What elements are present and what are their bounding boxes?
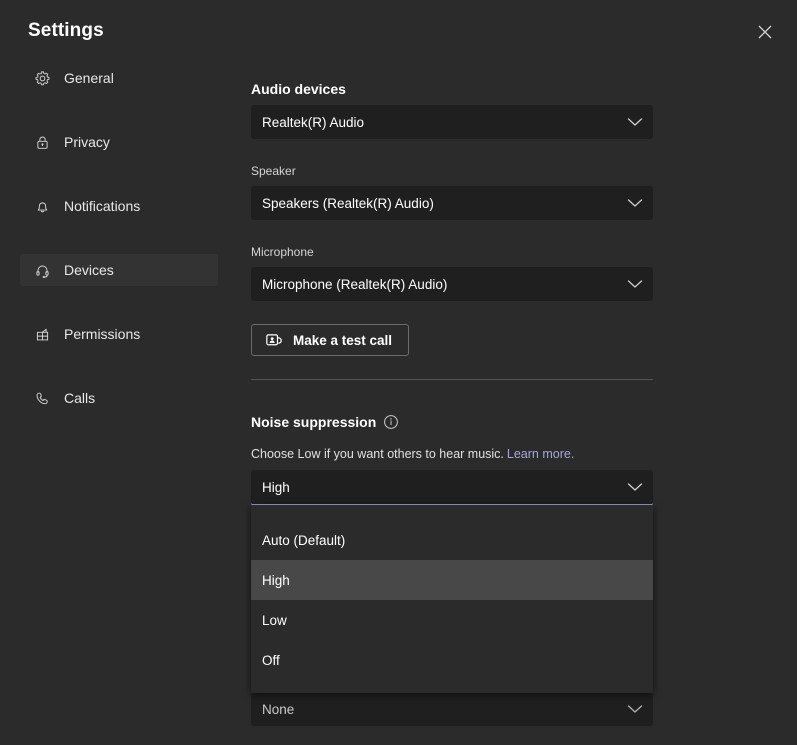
- sidebar-item-permissions[interactable]: Permissions: [20, 318, 218, 350]
- bell-icon: [32, 196, 52, 216]
- noise-suppression-value: High: [262, 479, 290, 495]
- sidebar-item-label: Permissions: [64, 326, 141, 342]
- chevron-down-icon: [627, 198, 643, 208]
- sidebar-item-general[interactable]: General: [20, 62, 218, 94]
- dropdown-option-label: Auto (Default): [262, 532, 346, 548]
- secondary-combobox[interactable]: None: [251, 692, 653, 726]
- noise-suppression-heading: Noise suppression: [251, 414, 377, 430]
- audio-device-combobox[interactable]: Realtek(R) Audio: [251, 105, 653, 139]
- helper-sentence: Choose Low if you want others to hear mu…: [251, 447, 504, 461]
- make-test-call-button[interactable]: Make a test call: [251, 324, 410, 356]
- microphone-label: Microphone: [251, 245, 314, 259]
- settings-content: Audio devices Realtek(R) Audio Speaker S…: [251, 0, 797, 745]
- secondary-combobox-value: None: [262, 701, 295, 717]
- make-test-call-label: Make a test call: [293, 332, 393, 348]
- chevron-down-icon: [627, 704, 643, 714]
- sidebar-item-label: Devices: [64, 262, 114, 278]
- dropdown-option-off[interactable]: Off: [251, 640, 653, 680]
- video-call-icon: [266, 333, 283, 347]
- gear-icon: [32, 68, 52, 88]
- speaker-label: Speaker: [251, 164, 296, 178]
- noise-suppression-dropdown-list: Auto (Default) High Low Off: [251, 505, 653, 693]
- dropdown-option-low[interactable]: Low: [251, 600, 653, 640]
- learn-more-link[interactable]: Learn more.: [507, 447, 574, 461]
- noise-suppression-helper: Choose Low if you want others to hear mu…: [251, 447, 574, 461]
- audio-device-value: Realtek(R) Audio: [262, 114, 365, 130]
- page-title: Settings: [28, 20, 104, 41]
- dropdown-option-high[interactable]: High: [251, 560, 653, 600]
- chevron-down-icon: [627, 482, 643, 492]
- phone-icon: [32, 388, 52, 408]
- headset-icon: [32, 260, 52, 280]
- sidebar-item-label: Notifications: [64, 198, 141, 214]
- sidebar-item-label: Privacy: [64, 134, 110, 150]
- sidebar-item-notifications[interactable]: Notifications: [20, 190, 218, 222]
- sidebar-item-calls[interactable]: Calls: [20, 382, 218, 414]
- dropdown-option-auto[interactable]: Auto (Default): [251, 520, 653, 560]
- speaker-value: Speakers (Realtek(R) Audio): [262, 195, 434, 211]
- sidebar-item-label: Calls: [64, 390, 96, 406]
- microphone-combobox[interactable]: Microphone (Realtek(R) Audio): [251, 267, 653, 301]
- noise-suppression-combobox[interactable]: High: [251, 470, 653, 506]
- chevron-down-icon: [627, 117, 643, 127]
- info-circle-icon[interactable]: [383, 414, 399, 430]
- sidebar-item-privacy[interactable]: Privacy: [20, 126, 218, 158]
- sidebar-item-devices[interactable]: Devices: [20, 254, 218, 286]
- chevron-down-icon: [627, 279, 643, 289]
- section-divider: [251, 379, 653, 380]
- speaker-combobox[interactable]: Speakers (Realtek(R) Audio): [251, 186, 653, 220]
- dropdown-option-label: High: [262, 572, 290, 588]
- microphone-value: Microphone (Realtek(R) Audio): [262, 276, 448, 292]
- sidebar-nav: General Privacy Notifications Devices Pe…: [0, 62, 240, 745]
- dropdown-option-label: Low: [262, 612, 287, 628]
- lock-icon: [32, 132, 52, 152]
- sidebar-item-label: General: [64, 70, 114, 86]
- dropdown-option-label: Off: [262, 652, 280, 668]
- audio-devices-heading: Audio devices: [251, 81, 346, 97]
- permissions-grid-icon: [32, 324, 52, 344]
